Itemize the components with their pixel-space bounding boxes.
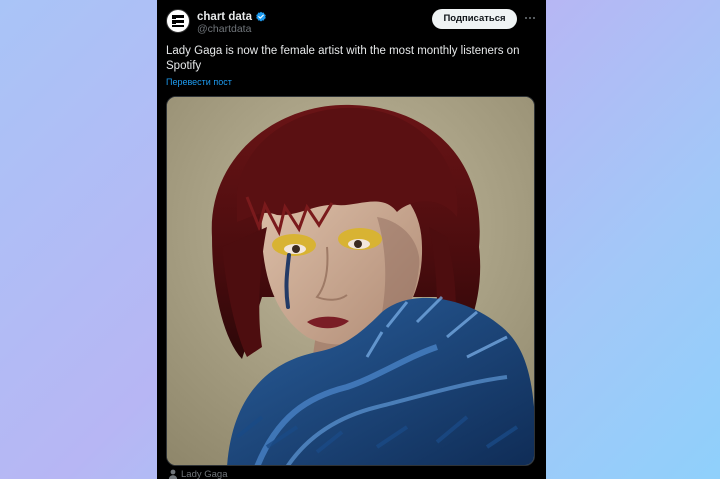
person-icon — [168, 469, 178, 479]
photo-caption[interactable]: Lady Gaga — [168, 468, 227, 479]
avatar[interactable] — [166, 9, 190, 33]
portrait-photo — [167, 97, 534, 465]
tweet-text: Lady Gaga is now the female artist with … — [166, 45, 520, 72]
verified-badge-icon — [256, 11, 266, 22]
display-name-row[interactable]: chart data — [197, 10, 267, 24]
tweet-card: chart data @chartdata Подписаться Lady G… — [157, 0, 546, 479]
translate-link[interactable]: Перевести пост — [166, 77, 232, 88]
tweet-header: chart data @chartdata Подписаться — [157, 0, 546, 40]
tweet-photo[interactable] — [166, 96, 535, 466]
handle[interactable]: @chartdata — [197, 23, 251, 35]
chartdata-logo-icon — [172, 15, 184, 27]
display-name[interactable]: chart data — [197, 10, 252, 24]
more-dots-icon[interactable] — [523, 9, 537, 25]
subscribe-button[interactable]: Подписаться — [432, 9, 517, 29]
photo-caption-text[interactable]: Lady Gaga — [181, 469, 227, 479]
